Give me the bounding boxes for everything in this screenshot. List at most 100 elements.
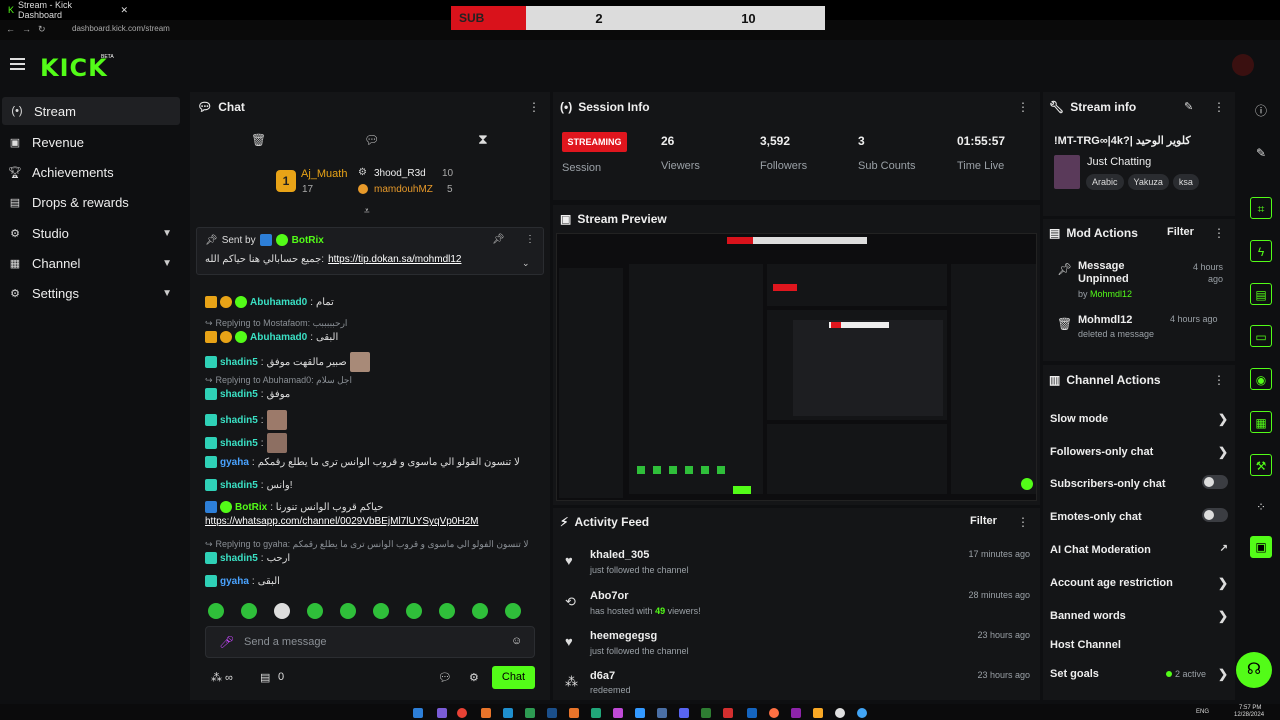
emoji-icon[interactable]: ☺ [511,635,522,647]
taskbar-app-icon[interactable] [635,708,645,718]
collapse-icon[interactable]: ⩡ [364,206,370,217]
support-icon[interactable]: ☊ [1236,652,1272,688]
wrench-icon[interactable]: ⚒ [1250,454,1272,476]
sidebar-item-drops[interactable]: ▤ Drops & rewards [0,188,180,216]
second-name[interactable]: 3hood_R3d [374,168,426,179]
leader-name[interactable]: Aj_Muath [301,168,347,180]
windows-start-icon[interactable] [413,708,423,718]
emotes-only-toggle[interactable] [1202,508,1228,522]
broadcast-icon[interactable]: ◉ [1250,368,1272,390]
emote-button[interactable] [340,603,356,619]
chat-username[interactable]: shadin5 [220,357,258,368]
activity-filter-button[interactable]: Filter [970,515,997,527]
taskbar-app-icon[interactable] [791,708,801,718]
tag[interactable]: Arabic [1086,174,1124,190]
activity-user[interactable]: Abo7or [590,590,1030,602]
stream-preview-video[interactable] [556,233,1037,501]
channel-actions-more-icon[interactable]: ⋮ [1213,373,1225,387]
mod-action-name[interactable]: Mohmdl12 [1078,314,1132,326]
taskbar-app-icon[interactable] [835,708,845,718]
third-name[interactable]: mamdouhMZ [374,184,433,195]
sidebar-item-stream[interactable]: (•) Stream [2,97,180,125]
taskbar-app-icon[interactable] [679,708,689,718]
emote-button[interactable] [274,603,290,619]
subscribers-only-toggle[interactable] [1202,475,1228,489]
forward-icon[interactable]: → [22,24,31,34]
menu-icon[interactable] [10,58,25,70]
activity-user[interactable]: d6a7 [590,670,1030,682]
category-thumbnail[interactable] [1054,155,1080,189]
taskbar-app-icon[interactable] [657,708,667,718]
info-icon[interactable]: ⓘ [1250,100,1272,122]
activity-user[interactable]: khaled_305 [590,549,1030,561]
sidebar-item-channel[interactable]: ▦ Channel ▼ [0,249,180,277]
sidebar-item-studio[interactable]: ⚙ Studio ▼ [0,219,180,247]
layout-icon[interactable]: ▦ [1250,411,1272,433]
clipboard-icon[interactable]: ▤ [1250,283,1272,305]
channel-action-host-channel[interactable]: Host Channel [1050,639,1228,651]
taskbar-app-icon[interactable] [525,708,535,718]
kick-logo[interactable]: KICK [40,54,108,82]
steam-icon[interactable] [547,708,557,718]
reload-icon[interactable]: ↻ [38,24,46,35]
tab-close-icon[interactable]: ✕ [120,5,128,16]
chat-username[interactable]: BotRix [235,502,267,513]
emote-button[interactable] [208,603,224,619]
sidebar-item-revenue[interactable]: ▣ Revenue [0,128,180,156]
chat-username[interactable]: Abuhamad0 [250,332,307,343]
browser-tab[interactable]: K Stream - Kick Dashboard ✕ [8,0,128,20]
emote-button[interactable] [472,603,488,619]
chat-username[interactable]: gyaha [220,576,249,587]
channel-action-followers-only[interactable]: Followers-only chat ❯ [1050,445,1228,459]
emote-button[interactable] [406,603,422,619]
mod-action-by-user[interactable]: Mohmdl12 [1090,289,1132,299]
session-more-icon[interactable]: ⋮ [1017,100,1029,114]
scan-icon[interactable]: ⌗ [1250,197,1272,219]
taskbar-app-icon[interactable] [569,708,579,718]
hourglass-icon[interactable]: ⧗ [478,131,488,148]
taskbar-app-icon[interactable] [481,708,491,718]
url-field[interactable]: dashboard.kick.com/stream [72,24,170,33]
sidebar-item-settings[interactable]: ⚙ Settings ▼ [0,279,180,307]
taskbar-app-icon[interactable] [701,708,711,718]
chat-username[interactable]: shadin5 [220,480,258,491]
chat-more-icon[interactable]: ⋮ [528,100,540,114]
mod-actions-more-icon[interactable]: ⋮ [1213,226,1225,240]
send-chat-button[interactable]: Chat [492,666,535,689]
tag[interactable]: ksa [1172,174,1199,190]
pinned-more-icon[interactable]: ⋮ [525,234,535,245]
stream-info-more-icon[interactable]: ⋮ [1213,100,1225,114]
pinned-link[interactable]: https://tip.dokan.sa/mohmdl12 [328,254,461,265]
microphone-icon[interactable]: 🎤︎ [219,635,234,649]
language-indicator[interactable]: ENG [1196,709,1209,715]
taskbar-app-icon[interactable] [723,708,733,718]
chat-username[interactable]: shadin5 [220,415,258,426]
taskbar-app-icon[interactable] [813,708,823,718]
emote-button[interactable] [307,603,323,619]
back-icon[interactable]: ← [6,24,15,34]
taskbar-app-icon[interactable] [747,708,757,718]
game-icon[interactable]: ▣ [1250,536,1272,558]
pencil-icon[interactable]: ✎ [1250,142,1272,164]
bolt-icon[interactable]: ϟ [1250,240,1272,262]
gear-icon[interactable]: ⚙ [469,671,479,684]
activity-user[interactable]: heemegegsg [590,630,1030,642]
avatar[interactable] [1232,54,1254,76]
clock-time[interactable]: 7:57 PM [1239,705,1261,711]
chat-bubble-icon[interactable]: 💬︎ [438,671,452,684]
trash-icon[interactable]: 🗑︎ [251,133,266,147]
emote-button[interactable] [505,603,521,619]
taskbar-app-icon[interactable] [503,708,513,718]
channel-action-set-goals[interactable]: Set goals 2 active ❯ [1050,667,1228,681]
edit-icon[interactable]: ✎ [1184,100,1193,113]
chat-mode-icon[interactable]: 💬︎ [364,133,379,147]
apps-icon[interactable]: ⁘ [1250,496,1272,518]
chat-username[interactable]: gyaha [220,457,249,468]
emote-button[interactable] [241,603,257,619]
gift-icon[interactable]: ▤ [260,671,270,684]
chat-input-placeholder[interactable]: Send a message [244,636,327,648]
taskbar-app-icon[interactable] [613,708,623,718]
chat-username[interactable]: Abuhamad0 [250,297,307,308]
chat-username[interactable]: shadin5 [220,438,258,449]
taskbar-app-icon[interactable] [591,708,601,718]
